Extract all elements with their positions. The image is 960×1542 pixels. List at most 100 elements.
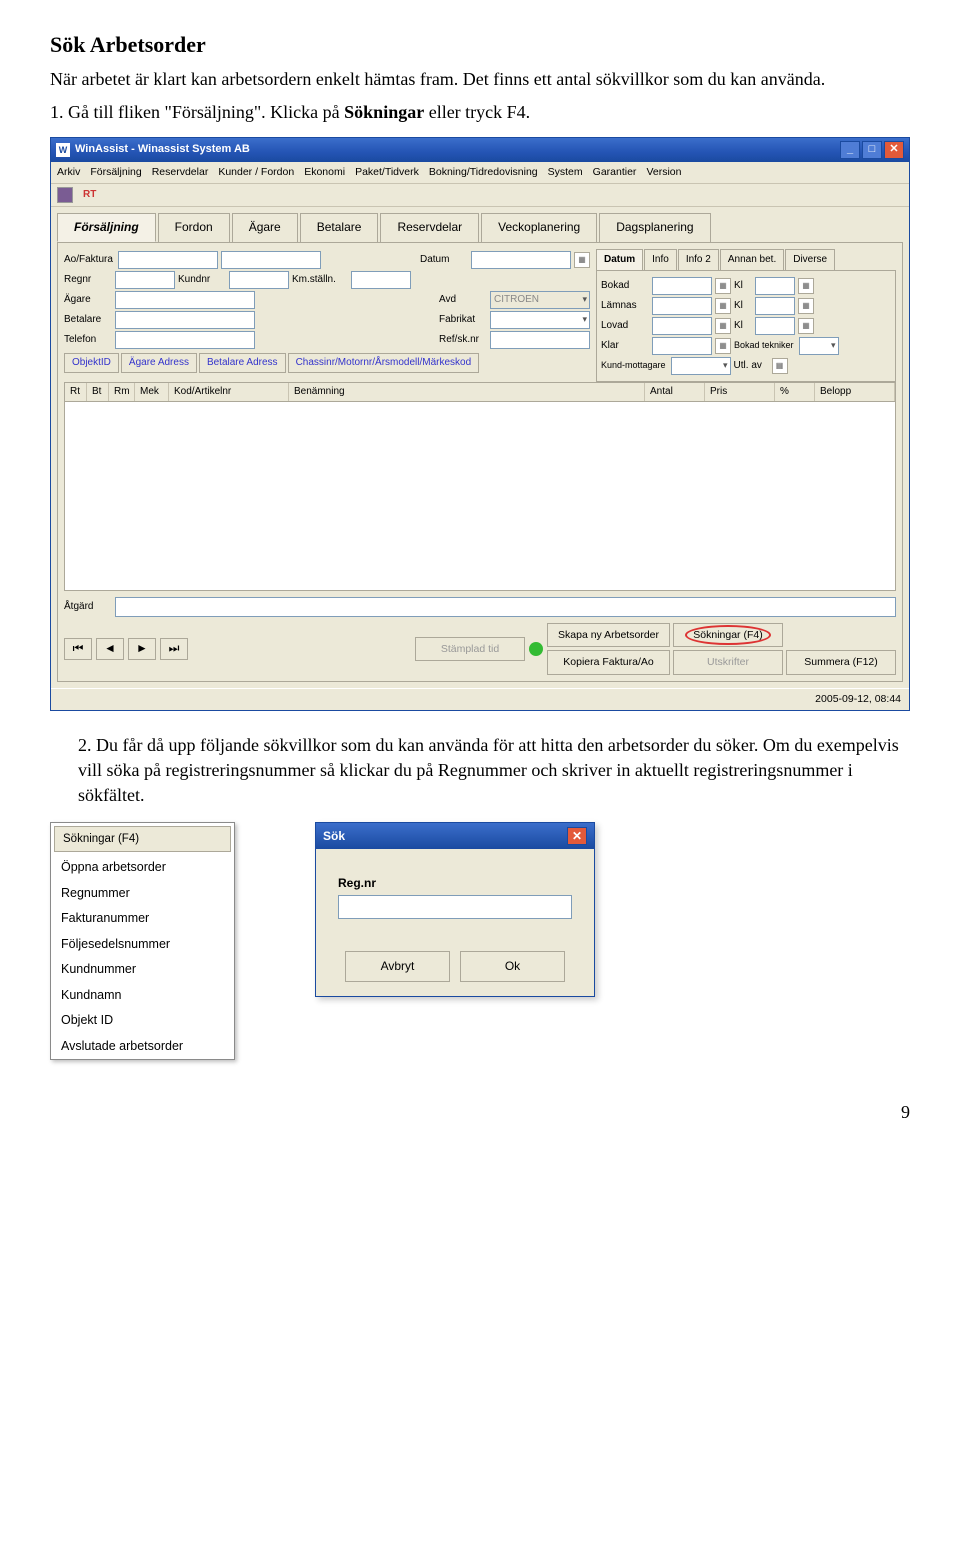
toolbar-icon[interactable]: [57, 187, 73, 203]
subtab-datum[interactable]: Datum: [596, 249, 643, 270]
label-refsknr: Ref/sk.nr: [439, 333, 487, 347]
tab-fordon[interactable]: Fordon: [158, 213, 230, 242]
input-refsknr[interactable]: [490, 331, 590, 349]
list-body[interactable]: [64, 401, 896, 591]
select-bokadtek[interactable]: [799, 337, 839, 355]
menu-item[interactable]: Försäljning: [90, 165, 141, 180]
tab-dagsplanering[interactable]: Dagsplanering: [599, 213, 710, 242]
menu-item[interactable]: Reservdelar: [152, 165, 209, 180]
calendar-icon[interactable]: ▦: [798, 318, 814, 334]
select-kundmottag[interactable]: [671, 357, 731, 375]
calendar-icon[interactable]: ▦: [715, 278, 731, 294]
tab-reservdelar[interactable]: Reservdelar: [380, 213, 479, 242]
menu-item[interactable]: Garantier: [593, 165, 637, 180]
sokningar-button[interactable]: Sökningar (F4): [673, 623, 783, 648]
tab-forsaljning[interactable]: Försäljning: [57, 213, 156, 242]
calendar-icon[interactable]: ▦: [772, 358, 788, 374]
nav-first[interactable]: ⏮: [64, 638, 92, 660]
summera-button[interactable]: Summera (F12): [786, 650, 896, 675]
col-kod: Kod/Artikelnr: [169, 383, 289, 401]
menu-item[interactable]: Paket/Tidverk: [355, 165, 419, 180]
menu-item[interactable]: Ekonomi: [304, 165, 345, 180]
calendar-icon[interactable]: ▦: [798, 278, 814, 294]
col-antal: Antal: [645, 383, 705, 401]
app-icon: W: [56, 143, 70, 157]
input-atgard[interactable]: [115, 597, 896, 617]
tab-veckoplanering[interactable]: Veckoplanering: [481, 213, 597, 242]
minimize-button[interactable]: _: [840, 141, 860, 159]
menu-item-kundnamn[interactable]: Kundnamn: [51, 983, 234, 1009]
step1-suffix: eller tryck F4.: [424, 102, 530, 122]
menu-item-fakturanummer[interactable]: Fakturanummer: [51, 906, 234, 932]
col-pris: Pris: [705, 383, 775, 401]
menu-item-avslutade[interactable]: Avslutade arbetsorder: [51, 1034, 234, 1060]
input-betalare[interactable]: [115, 311, 255, 329]
input-lovad[interactable]: [652, 317, 712, 335]
input-kl[interactable]: [755, 277, 795, 295]
input-kundnr[interactable]: [229, 271, 289, 289]
input-regnr[interactable]: [115, 271, 175, 289]
menu-item-objektid[interactable]: Objekt ID: [51, 1008, 234, 1034]
subtab-info[interactable]: Info: [644, 249, 677, 270]
input-datum[interactable]: [471, 251, 571, 269]
sok-cancel-button[interactable]: Avbryt: [345, 951, 450, 982]
content-pane: Ao/Faktura Datum ▦ Regnr Kundnr Km.ställ…: [57, 242, 903, 682]
sok-close-button[interactable]: ✕: [567, 827, 587, 845]
label-kmstalln: Km.ställn.: [292, 273, 348, 287]
input-agare[interactable]: [115, 291, 255, 309]
btn-agareadress[interactable]: Ägare Adress: [121, 353, 197, 373]
menu-item[interactable]: Kunder / Fordon: [218, 165, 294, 180]
skapa-button[interactable]: Skapa ny Arbetsorder: [547, 623, 670, 648]
btn-objektid[interactable]: ObjektID: [64, 353, 119, 373]
stamplad-button[interactable]: Stämplad tid: [415, 637, 525, 662]
input-kl2[interactable]: [755, 297, 795, 315]
page-number: 9: [50, 1100, 910, 1125]
input-lamnas[interactable]: [652, 297, 712, 315]
status-dot-icon: [529, 642, 543, 656]
col-rm: Rm: [109, 383, 135, 401]
kopiera-button[interactable]: Kopiera Faktura/Ao: [547, 650, 670, 675]
menu-head[interactable]: Sökningar (F4): [54, 826, 231, 852]
col-mek: Mek: [135, 383, 169, 401]
nav-last[interactable]: ⏭: [160, 638, 188, 660]
menu-item-regnummer[interactable]: Regnummer: [51, 881, 234, 907]
doc-heading: Sök Arbetsorder: [50, 30, 910, 61]
sok-input[interactable]: [338, 895, 572, 919]
sok-ok-button[interactable]: Ok: [460, 951, 565, 982]
menu-item-foljesedelsnummer[interactable]: Följesedelsnummer: [51, 932, 234, 958]
subtab-diverse[interactable]: Diverse: [785, 249, 835, 270]
tab-betalare[interactable]: Betalare: [300, 213, 379, 242]
nav-next[interactable]: ►: [128, 638, 156, 660]
label-kl2: Kl: [734, 299, 752, 313]
input-bokad[interactable]: [652, 277, 712, 295]
input-klar[interactable]: [652, 337, 712, 355]
select-fabrikat[interactable]: [490, 311, 590, 329]
input-kmstalln[interactable]: [351, 271, 411, 289]
tab-agare[interactable]: Ägare: [232, 213, 298, 242]
calendar-icon[interactable]: ▦: [715, 318, 731, 334]
subtab-info2[interactable]: Info 2: [678, 249, 719, 270]
menu-item-kundnummer[interactable]: Kundnummer: [51, 957, 234, 983]
menu-item[interactable]: Arkiv: [57, 165, 80, 180]
btn-chassinr[interactable]: Chassinr/Motornr/Årsmodell/Märkeskod: [288, 353, 480, 373]
subtab-annanbet[interactable]: Annan bet.: [720, 249, 784, 270]
input-kl3[interactable]: [755, 317, 795, 335]
utskrifter-button[interactable]: Utskrifter: [673, 650, 783, 675]
calendar-icon[interactable]: ▦: [798, 298, 814, 314]
menu-item[interactable]: System: [548, 165, 583, 180]
calendar-icon[interactable]: ▦: [574, 252, 590, 268]
btn-betalareadress[interactable]: Betalare Adress: [199, 353, 286, 373]
select-avd[interactable]: CITROEN: [490, 291, 590, 309]
menu-item-oppna[interactable]: Öppna arbetsorder: [51, 855, 234, 881]
input-aofaktura[interactable]: [118, 251, 218, 269]
calendar-icon[interactable]: ▦: [715, 298, 731, 314]
input-aofaktura2[interactable]: [221, 251, 321, 269]
label-bokad: Bokad: [601, 279, 649, 293]
close-button[interactable]: ✕: [884, 141, 904, 159]
nav-prev[interactable]: ◄: [96, 638, 124, 660]
menu-item[interactable]: Version: [646, 165, 681, 180]
maximize-button[interactable]: □: [862, 141, 882, 159]
calendar-icon[interactable]: ▦: [715, 338, 731, 354]
menu-item[interactable]: Bokning/Tidredovisning: [429, 165, 538, 180]
input-telefon[interactable]: [115, 331, 255, 349]
